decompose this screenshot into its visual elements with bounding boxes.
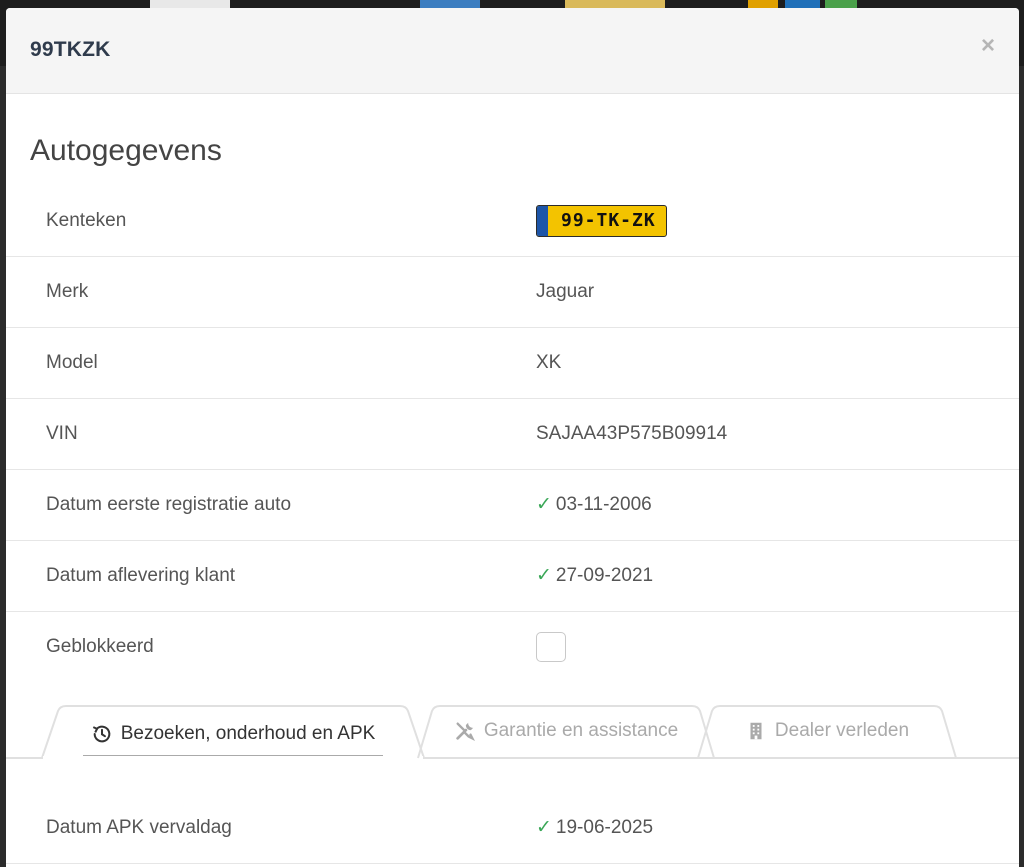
detail-row-vin: VIN SAJAA43P575B09914 [6,399,1019,470]
row-value: ✓ 27-09-2021 [536,541,653,611]
building-icon [750,722,762,740]
tab-bar: Bezoeken, onderhoud en APK Garantie en a… [6,705,1019,759]
history-icon [92,725,111,742]
detail-row-kenteken: Kenteken 99-TK-ZK [6,186,1019,257]
row-value-text: 03-11-2006 [555,494,652,515]
vehicle-details: Kenteken 99-TK-ZK Merk Jaguar Model XK V… [6,186,1019,682]
plate-text: 99-TK-ZK [561,210,656,231]
row-label: Datum eerste registratie auto [46,494,292,515]
check-icon: ✓ [536,494,552,515]
check-icon: ✓ [536,565,552,586]
tab-content: Garantie en assistance [454,720,678,742]
background-block [565,0,665,8]
detail-row-delivery: Datum aflevering klant ✓ 27-09-2021 [6,541,1019,612]
detail-row-apk-expiry: Datum APK vervaldag ✓ 19-06-2025 [6,793,1019,864]
row-label: Datum APK vervaldag [46,817,232,838]
modal-header: 99TKZK × [6,8,1019,94]
tab-content: Bezoeken, onderhoud en APK [82,711,384,756]
detail-row-blocked: Geblokkeerd [6,612,1019,682]
row-label: Geblokkeerd [46,636,154,657]
row-value: SAJAA43P575B09914 [536,423,728,444]
plate-eu-band [537,206,548,236]
row-label: Model [46,352,98,373]
background-block [150,0,230,8]
row-value: 99-TK-ZK [536,186,667,256]
detail-row-model: Model XK [6,328,1019,399]
row-value: XK [536,352,562,373]
background-block [825,0,857,8]
row-label: VIN [46,423,78,444]
background-block [785,0,820,8]
tab-content: Dealer verleden [745,720,909,742]
background-block [420,0,480,8]
row-value: Jaguar [536,281,595,302]
detail-row-merk: Merk Jaguar [6,257,1019,328]
close-button[interactable]: × [981,34,995,58]
tab-label: Bezoeken, onderhoud en APK [120,722,376,744]
row-value: ✓ 19-06-2025 [536,793,653,863]
row-value-text: 27-09-2021 [555,565,654,586]
row-label: Kenteken [46,210,127,231]
row-label: Merk [46,281,89,302]
row-value-text: 19-06-2025 [555,817,654,838]
check-icon: ✓ [536,817,552,838]
modal-title: 99TKZK [30,38,111,61]
row-value: ✓ 03-11-2006 [536,470,652,540]
row-value [536,612,566,682]
background-block [748,0,778,8]
tools-icon [456,722,475,741]
tab-warranty-assistance[interactable]: Garantie en assistance [416,705,716,759]
tab-label: Dealer verleden [774,720,910,741]
tab-visits-maintenance-apk[interactable]: Bezoeken, onderhoud en APK [40,705,426,759]
tab-dealer-history[interactable]: Dealer verleden [696,705,958,759]
tab-label: Garantie en assistance [483,720,679,741]
license-plate: 99-TK-ZK [536,205,667,237]
vehicle-modal: 99TKZK × Autogegevens Kenteken 99-TK-ZK … [6,8,1019,867]
detail-row-first-registration: Datum eerste registratie auto ✓ 03-11-20… [6,470,1019,541]
blocked-checkbox[interactable] [536,632,566,662]
row-label: Datum aflevering klant [46,565,236,586]
section-title: Autogegevens [30,134,222,167]
